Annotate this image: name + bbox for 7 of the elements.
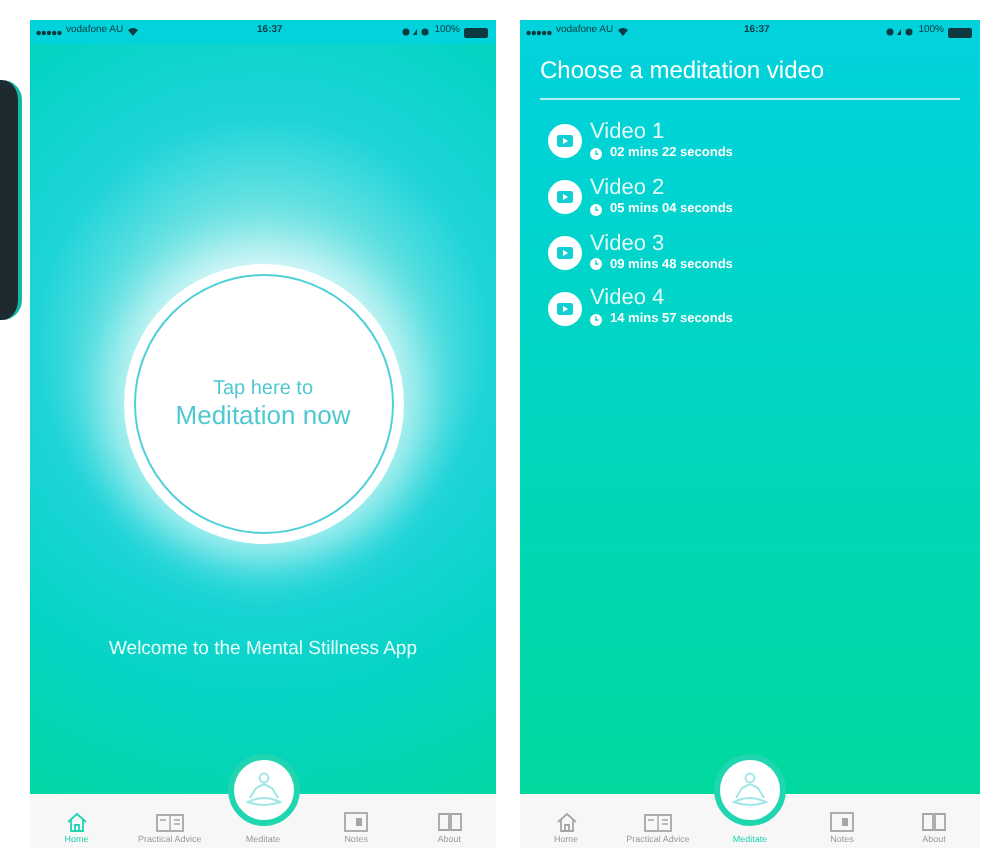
video-title[interactable]: Video 2 <box>590 175 733 200</box>
video-title[interactable]: Video 1 <box>590 120 733 144</box>
video-title[interactable]: Video 3 <box>590 231 733 255</box>
video-title[interactable]: Video 4 <box>590 286 733 311</box>
meditation-now-button[interactable]: Tap here to Meditation now <box>133 274 393 534</box>
welcome-text: Welcome to the Mental Stillness App <box>108 636 417 664</box>
screen-title: Choose a meditation video <box>540 54 827 88</box>
